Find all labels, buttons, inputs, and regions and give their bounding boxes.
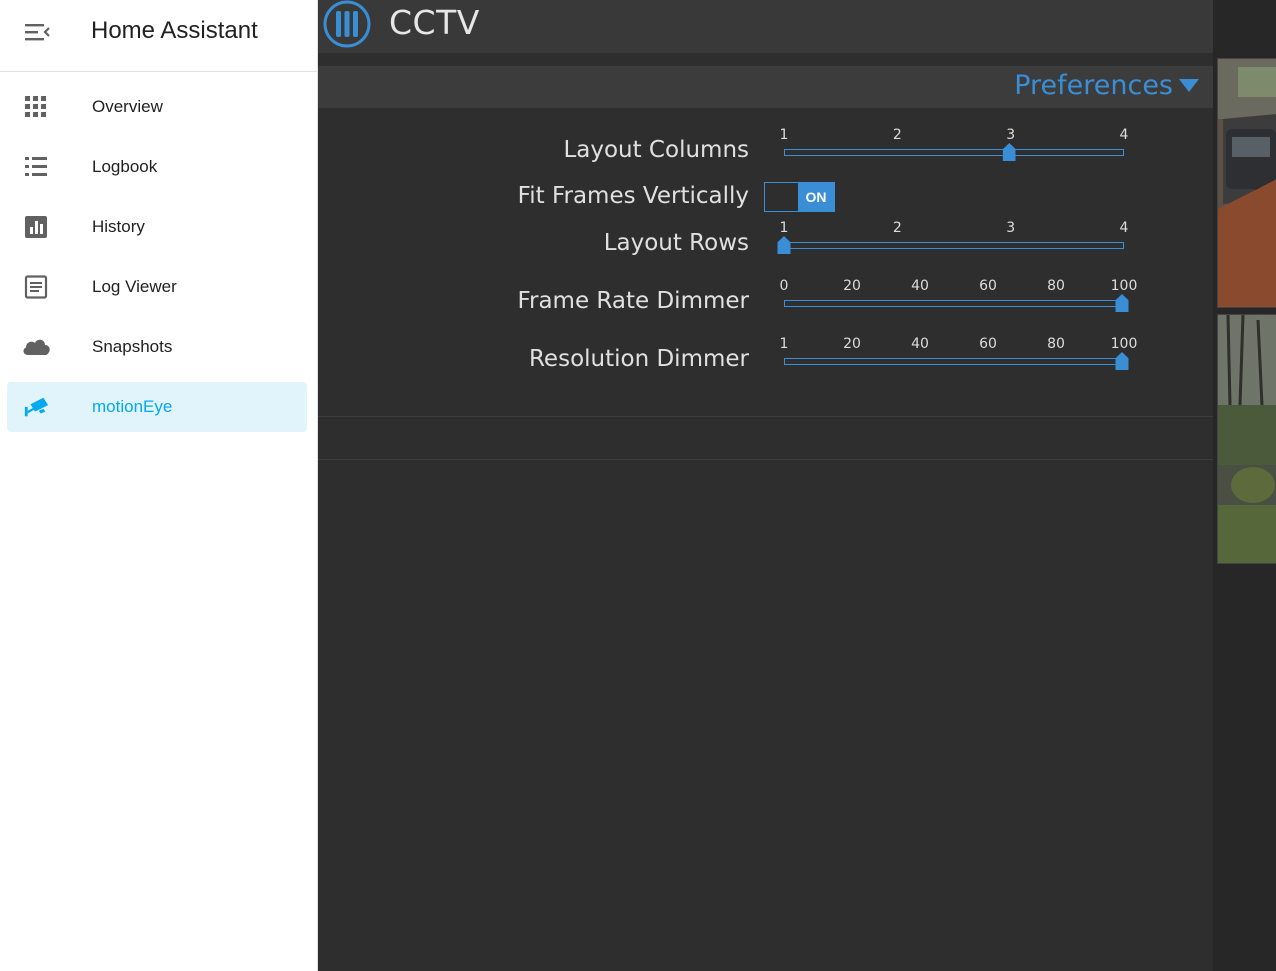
slider-track[interactable]	[784, 358, 1124, 365]
sidebar-item-label: Log Viewer	[92, 277, 177, 296]
sidebar-item-label: Snapshots	[92, 337, 173, 356]
sidebar-item-motioneye[interactable]: motionEye	[7, 382, 307, 432]
slider-tick-label: 2	[892, 127, 902, 143]
divider	[318, 459, 1213, 460]
resolution-dimmer-label: Resolution Dimmer	[528, 346, 749, 372]
divider	[318, 416, 1213, 417]
slider-tick-label: 1	[779, 127, 789, 143]
document-icon	[24, 275, 48, 299]
frame-rate-dimmer-label: Frame Rate Dimmer	[517, 288, 749, 314]
slider-tick-label: 40	[911, 336, 929, 352]
slider-tick-label: 20	[843, 336, 861, 352]
sidebar-item-label: motionEye	[92, 397, 173, 416]
sidebar-item-snapshots[interactable]: Snapshots	[7, 322, 307, 372]
caret-down-icon[interactable]	[1179, 79, 1199, 92]
camera-frame-2[interactable]	[1217, 314, 1276, 564]
sidebar-item-label: Overview	[92, 97, 163, 116]
sidebar-item-logbook[interactable]: Logbook	[7, 142, 307, 192]
page-title: CCTV	[389, 3, 480, 42]
slider-thumb[interactable]	[777, 236, 791, 254]
slider-tick-label: 80	[1047, 278, 1065, 294]
collapse-menu-icon[interactable]	[24, 21, 50, 43]
layout-columns-slider[interactable]: 1 2 3 4	[780, 127, 1128, 167]
layout-columns-label: Layout Columns	[563, 137, 749, 163]
slider-tick-label: 100	[1110, 336, 1138, 352]
fit-frames-vertically-label: Fit Frames Vertically	[517, 183, 749, 209]
slider-tick-label: 4	[1119, 220, 1129, 236]
sidebar-item-label: History	[92, 217, 145, 236]
list-icon	[25, 157, 47, 176]
slider-tick-label: 3	[1006, 127, 1016, 143]
sidebar-header: Home Assistant	[0, 0, 317, 72]
sidebar: Home Assistant Overview Logbook History …	[0, 0, 318, 971]
layout-rows-label: Layout Rows	[603, 230, 749, 256]
chart-icon	[25, 216, 47, 238]
slider-track[interactable]	[784, 149, 1124, 156]
slider-tick-label: 100	[1110, 278, 1138, 294]
preferences-toggle[interactable]: Preferences	[1014, 70, 1173, 101]
slider-tick-label: 1	[779, 220, 789, 236]
top-bar: CCTV	[318, 0, 1213, 53]
main-panel: CCTV Preferences Layout Columns 1 2 3 4 Fit…	[318, 0, 1213, 971]
grid-icon	[25, 96, 46, 117]
sidebar-item-log-viewer[interactable]: Log Viewer	[7, 262, 307, 312]
sidebar-item-label: Logbook	[92, 157, 158, 176]
slider-track[interactable]	[784, 242, 1124, 249]
slider-tick-label: 40	[911, 278, 929, 294]
fit-frames-vertically-toggle[interactable]: ON	[764, 182, 835, 212]
layout-rows-slider[interactable]: 1 2 3 4	[777, 220, 1128, 260]
cctv-camera-icon	[24, 397, 49, 417]
slider-tick-label: 3	[1006, 220, 1016, 236]
slider-tick-label: 20	[843, 278, 861, 294]
camera-strip	[1213, 0, 1276, 971]
slider-thumb[interactable]	[1002, 143, 1016, 161]
slider-thumb[interactable]	[1115, 294, 1129, 312]
resolution-dimmer-slider[interactable]: 1 20 40 60 80 100	[780, 336, 1137, 376]
slider-track[interactable]	[784, 300, 1124, 307]
slider-tick-label: 60	[979, 336, 997, 352]
slider-tick-label: 80	[1047, 336, 1065, 352]
sidebar-title: Home Assistant	[91, 17, 258, 44]
motioneye-logo-icon[interactable]	[322, 0, 372, 49]
slider-tick-label: 0	[779, 278, 789, 294]
camera-frame-1[interactable]	[1217, 58, 1276, 308]
slider-thumb[interactable]	[1115, 352, 1129, 370]
frame-rate-dimmer-slider[interactable]: 0 20 40 60 80 100	[780, 278, 1137, 318]
slider-tick-label: 1	[779, 336, 789, 352]
slider-tick-label: 2	[892, 220, 902, 236]
slider-tick-label: 60	[979, 278, 997, 294]
sidebar-item-history[interactable]: History	[7, 202, 307, 252]
sidebar-item-overview[interactable]: Overview	[7, 82, 307, 132]
preferences-bar[interactable]: Preferences	[318, 66, 1213, 108]
toggle-state: ON	[798, 183, 834, 211]
slider-tick-label: 4	[1119, 127, 1129, 143]
cloud-icon	[23, 339, 50, 355]
